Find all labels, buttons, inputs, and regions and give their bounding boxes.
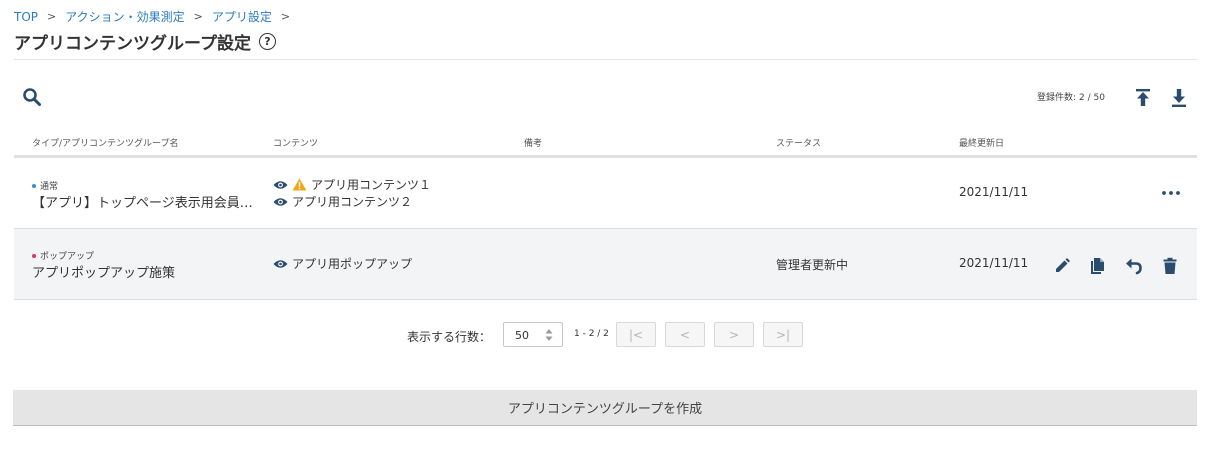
breadcrumb-action-measurement[interactable]: アクション・効果測定 (65, 8, 184, 25)
page-title: アプリコンテンツグループ設定 ? (14, 29, 276, 54)
row-type: ポップアップ (32, 249, 94, 262)
first-page-button[interactable]: |< (616, 322, 656, 347)
column-header-status[interactable]: ステータス (776, 136, 821, 149)
undo-icon[interactable] (1125, 257, 1143, 275)
content-item: アプリ用ポップアップ (273, 255, 412, 272)
prev-page-button[interactable]: < (665, 322, 705, 347)
help-icon[interactable]: ? (258, 33, 276, 50)
row-updated-date: 2021/11/11 (959, 185, 1029, 199)
rows-per-page-label: 表示する行数： (407, 330, 492, 344)
registration-count: 登録件数: 2 / 50 (1037, 90, 1105, 103)
row-group-name[interactable]: アプリポップアップ施策 (32, 262, 260, 281)
breadcrumb-top[interactable]: TOP (14, 10, 38, 24)
registration-count-label: 登録件数: (1037, 93, 1077, 103)
create-group-button[interactable]: アプリコンテンツグループを作成 (13, 390, 1197, 426)
breadcrumb: TOP > アクション・効果測定 > アプリ設定 > (14, 8, 290, 25)
content-item-label[interactable]: アプリ用コンテンツ１ (311, 176, 431, 193)
table-row[interactable]: ポップアップ アプリポップアップ施策 アプリ用ポップアップ 管理者更新中 202… (14, 229, 1197, 300)
column-header-updated[interactable]: 最終更新日 (959, 136, 1004, 149)
breadcrumb-separator: > (47, 10, 57, 23)
upload-icon[interactable] (1134, 87, 1152, 109)
registration-count-value: 2 / 50 (1079, 93, 1105, 103)
download-icon[interactable] (1170, 87, 1188, 109)
row-group-name[interactable]: 【アプリ】トップページ表示用会員向けコンテンツ (32, 192, 260, 211)
content-item: アプリ用コンテンツ２ (273, 193, 412, 210)
row-type-label: 通常 (40, 182, 59, 192)
pagination: 表示する行数： 50 1 - 2 / 2 |< < > >| (0, 322, 1215, 348)
row-type-label: ポップアップ (40, 252, 95, 262)
page-title-text: アプリコンテンツグループ設定 (14, 34, 251, 54)
content-item-label[interactable]: アプリ用コンテンツ２ (292, 193, 412, 210)
content-item-label[interactable]: アプリ用ポップアップ (292, 255, 412, 272)
warning-icon (292, 178, 307, 191)
row-status: 管理者更新中 (776, 258, 849, 272)
breadcrumb-app-settings[interactable]: アプリ設定 (212, 8, 272, 25)
search-icon[interactable] (22, 87, 42, 107)
next-page-button[interactable]: > (714, 322, 754, 347)
trash-icon[interactable] (1161, 257, 1179, 275)
row-updated-date: 2021/11/11 (959, 256, 1029, 270)
eye-icon[interactable] (273, 180, 288, 190)
table-row[interactable]: 通常 【アプリ】トップページ表示用会員向けコンテンツ アプリ用コンテンツ１ アプ… (14, 158, 1197, 229)
rows-per-page-value: 50 (515, 329, 529, 342)
copy-icon[interactable] (1089, 257, 1107, 275)
more-icon[interactable] (1162, 191, 1180, 195)
last-page-button[interactable]: >| (763, 322, 803, 347)
content-item: アプリ用コンテンツ１ (273, 176, 431, 193)
row-type: 通常 (32, 179, 58, 192)
type-dot (32, 183, 36, 188)
column-header-contents[interactable]: コンテンツ (273, 136, 318, 149)
breadcrumb-separator: > (193, 10, 203, 23)
spinner-icon[interactable] (545, 328, 553, 342)
eye-icon[interactable] (273, 259, 288, 269)
type-dot (32, 253, 36, 258)
eye-icon[interactable] (273, 197, 288, 207)
column-header-note[interactable]: 備考 (524, 136, 542, 149)
rows-per-page-select[interactable]: 50 (503, 322, 563, 347)
breadcrumb-separator: > (280, 10, 291, 23)
edit-icon[interactable] (1053, 257, 1071, 275)
column-header-type-name[interactable]: タイプ/アプリコンテンツグループ名 (32, 136, 179, 149)
pagination-range: 1 - 2 / 2 (574, 329, 609, 339)
title-divider (14, 59, 1197, 60)
table-header: タイプ/アプリコンテンツグループ名 コンテンツ 備考 ステータス 最終更新日 (14, 130, 1197, 156)
